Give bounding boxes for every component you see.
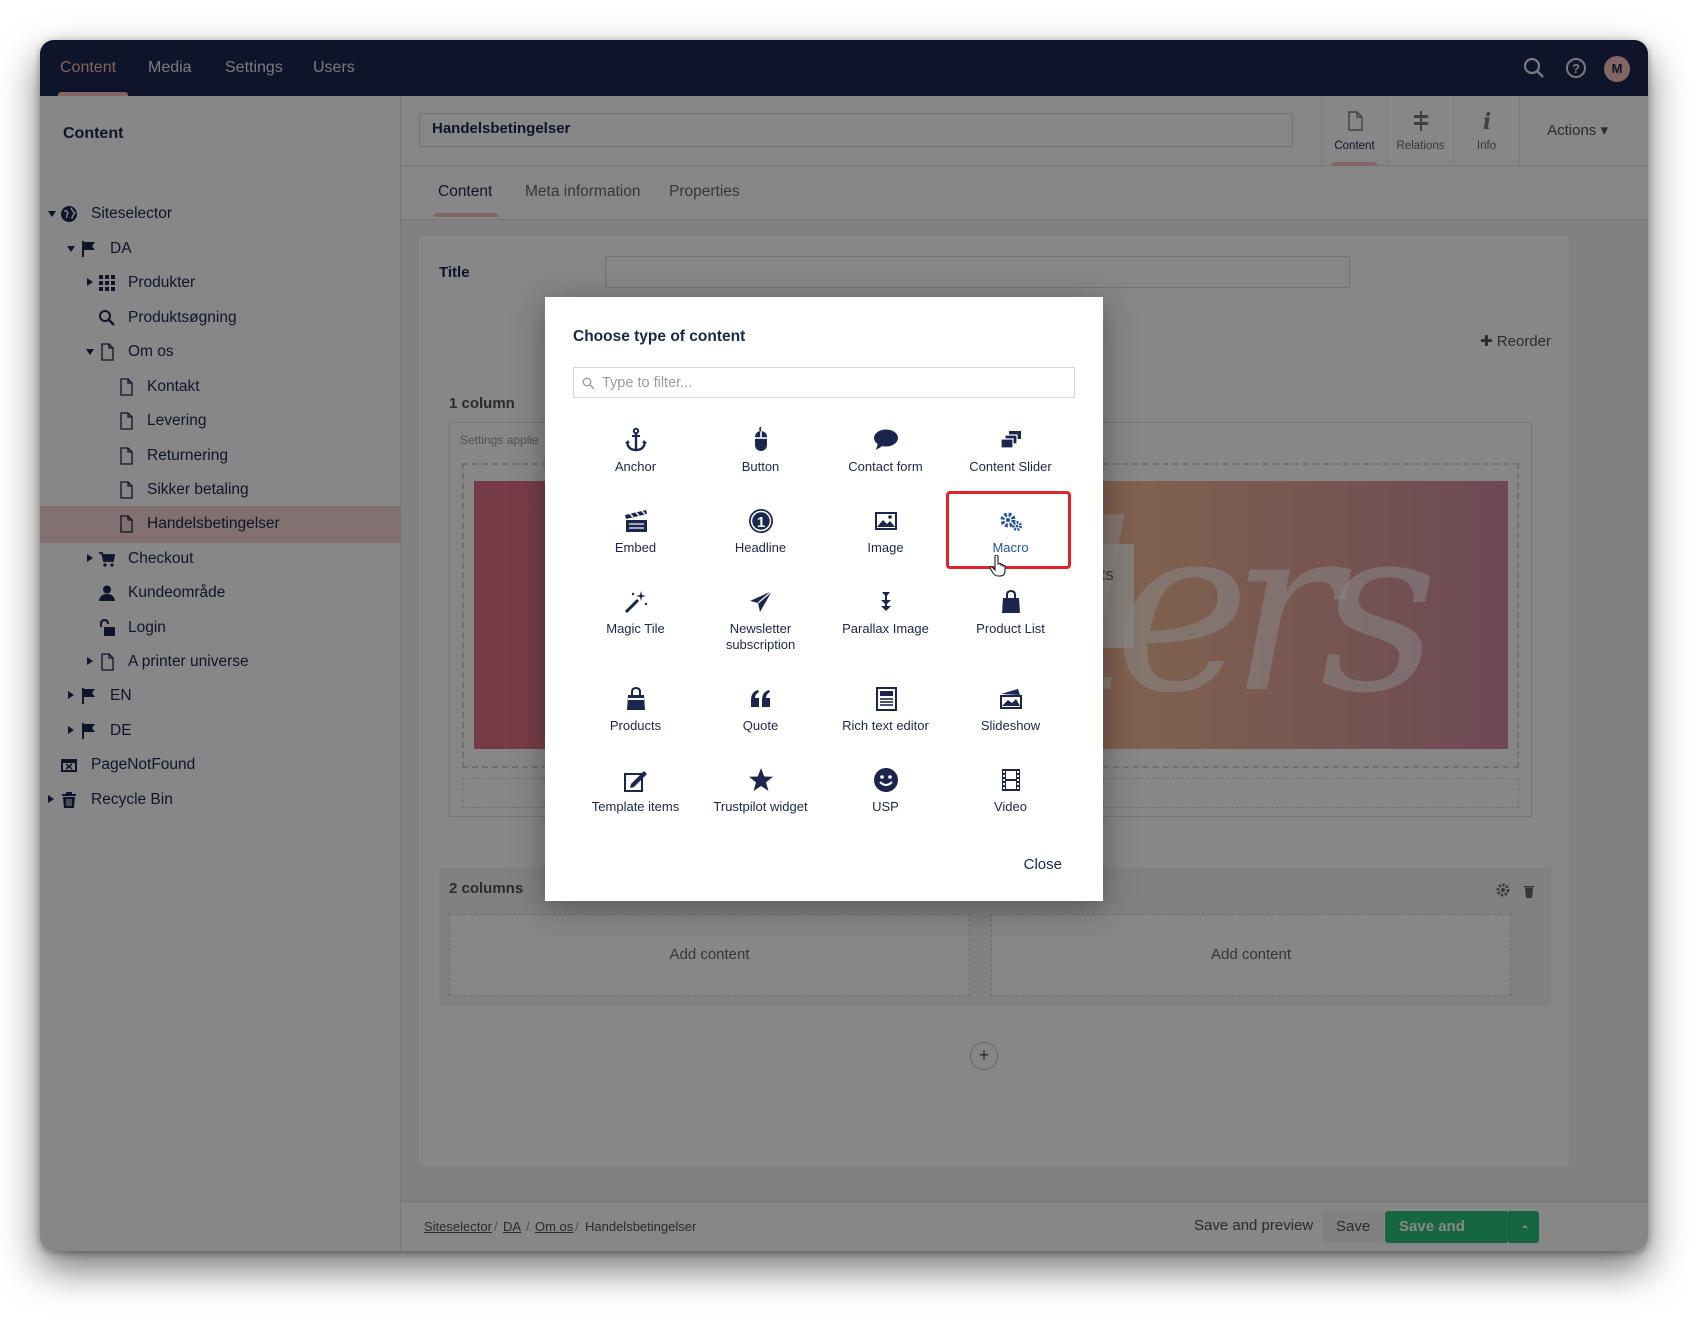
picture-icon xyxy=(874,512,897,530)
slideshow-icon xyxy=(999,689,1022,709)
content-type-label: Magic Tile xyxy=(606,621,665,636)
dialog-title: Choose type of content xyxy=(573,328,746,345)
content-type-label: Image xyxy=(867,540,904,555)
content-type-label: Content Slider xyxy=(969,459,1052,474)
content-type-magic-tile[interactable]: Magic Tile xyxy=(573,589,698,637)
content-type-rich-text-editor[interactable]: Rich text editor xyxy=(823,686,948,734)
content-type-newsletter-subscription[interactable]: Newsletter subscription xyxy=(698,589,823,653)
edit-icon xyxy=(623,771,647,792)
content-type-label: Embed xyxy=(614,540,657,555)
close-button[interactable]: Close xyxy=(1024,856,1062,873)
content-type-label: Newsletter subscription xyxy=(725,621,796,652)
anchor-icon xyxy=(624,427,647,452)
content-type-image[interactable]: Image xyxy=(823,508,948,556)
content-type-label: Button xyxy=(741,459,780,474)
smiley-icon xyxy=(873,768,898,792)
content-type-label: Contact form xyxy=(848,459,923,474)
content-type-label: Products xyxy=(609,718,662,733)
content-type-parallax-image[interactable]: Parallax Image xyxy=(823,589,948,637)
bag-icon xyxy=(626,686,645,710)
mouse-icon xyxy=(754,427,767,451)
clapperboard-icon xyxy=(624,510,647,532)
content-type-label: Quote xyxy=(742,718,779,733)
app-window: Content Media Settings Users ? M Content… xyxy=(40,40,1648,1251)
content-type-template-items[interactable]: Template items xyxy=(573,767,698,815)
content-type-label: Headline xyxy=(734,540,787,555)
content-type-label: Rich text editor xyxy=(842,718,929,733)
filter-input[interactable] xyxy=(602,373,1062,393)
content-type-contact-form[interactable]: Contact form xyxy=(823,427,948,475)
stack-icon xyxy=(999,431,1021,449)
content-type-label: Video xyxy=(993,799,1027,814)
content-type-label: Template items xyxy=(591,799,680,814)
choose-content-type-dialog: Choose type of content Anchor Button Con… xyxy=(545,297,1103,901)
content-type-content-slider[interactable]: Content Slider xyxy=(948,427,1073,475)
content-type-anchor[interactable]: Anchor xyxy=(573,427,698,475)
content-type-label: Slideshow xyxy=(980,718,1041,733)
number-one-icon: 1 xyxy=(748,509,773,533)
content-type-usp[interactable]: USP xyxy=(823,767,948,815)
chat-bubble-icon xyxy=(873,429,898,450)
content-type-video[interactable]: Video xyxy=(948,767,1073,815)
paper-plane-icon xyxy=(749,590,772,612)
quote-icon xyxy=(750,690,770,707)
content-type-label: Anchor xyxy=(614,459,657,474)
content-type-label: Product List xyxy=(976,621,1045,636)
vertical-arrows-icon xyxy=(880,592,891,611)
macro-highlight-box xyxy=(946,491,1071,569)
content-type-quote[interactable]: Quote xyxy=(698,686,823,734)
content-type-embed[interactable]: Embed xyxy=(573,508,698,556)
shopping-bag-icon xyxy=(1001,589,1020,613)
search-icon xyxy=(582,377,595,390)
newspaper-icon xyxy=(875,687,897,711)
magic-wand-icon xyxy=(624,591,647,614)
content-type-product-list[interactable]: Product List xyxy=(948,589,1073,637)
content-type-label: USP xyxy=(872,799,899,814)
film-icon xyxy=(1001,769,1020,791)
content-type-headline[interactable]: 1 Headline xyxy=(698,508,823,556)
content-type-label: Parallax Image xyxy=(842,621,929,636)
content-type-trustpilot-widget[interactable]: Trustpilot widget xyxy=(698,767,823,815)
content-type-label: Trustpilot widget xyxy=(713,799,808,814)
star-icon xyxy=(748,768,773,791)
content-type-products[interactable]: Products xyxy=(573,686,698,734)
svg-text:1: 1 xyxy=(756,514,764,531)
filter-field[interactable] xyxy=(573,367,1075,398)
content-type-slideshow[interactable]: Slideshow xyxy=(948,686,1073,734)
content-type-button[interactable]: Button xyxy=(698,427,823,475)
hand-pointer-icon xyxy=(989,555,1006,577)
